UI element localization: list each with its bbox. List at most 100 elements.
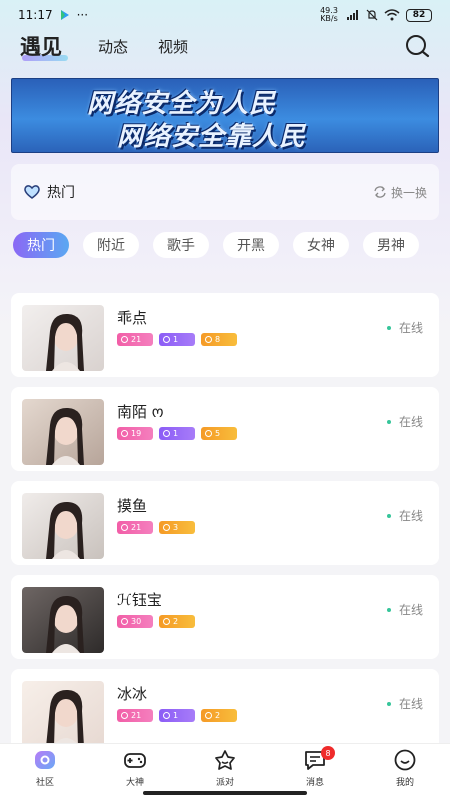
online-status: 在线 — [386, 319, 423, 336]
badge-icon — [121, 336, 128, 343]
banner-line-2: 网络安全靠人民 — [117, 122, 307, 152]
chip-hot[interactable]: 热门 — [13, 232, 69, 258]
chip-singer[interactable]: 歌手 — [153, 232, 209, 258]
heart-icon — [24, 185, 40, 199]
badge-icon — [163, 524, 170, 531]
user-avatar[interactable] — [22, 493, 104, 559]
badge-value: 2 — [215, 711, 221, 720]
badge-value: 1 — [173, 711, 179, 720]
badge-icon — [163, 336, 170, 343]
avatar-photo — [22, 399, 104, 465]
level-badge-orange: 3 — [159, 521, 195, 534]
message-count-badge: 8 — [321, 746, 335, 760]
badge-value: 8 — [215, 335, 221, 344]
badge-icon — [205, 430, 212, 437]
user-badges: 30 2 — [117, 615, 195, 628]
user-card[interactable]: 摸鱼 21 3 在线 — [11, 481, 439, 565]
hot-section: 热门 换一换 — [11, 164, 439, 220]
level-badge-purple: 1 — [159, 709, 195, 722]
avatar-photo — [22, 681, 104, 747]
online-status: 在线 — [386, 413, 423, 430]
community-icon — [35, 751, 55, 769]
badge-icon — [163, 430, 170, 437]
level-badge-pink: 21 — [117, 333, 153, 346]
user-name: ℋ钰宝 — [117, 591, 162, 609]
badge-value: 2 — [173, 617, 179, 626]
user-card[interactable]: 乖点 21 1 8 在线 — [11, 293, 439, 377]
online-dot-icon — [386, 513, 391, 518]
hot-title: 热门 — [47, 185, 75, 201]
category-chips: 热门 附近 歌手 开黑 女神 男神 — [13, 232, 450, 260]
badge-icon — [121, 618, 128, 625]
online-label: 在线 — [398, 321, 423, 335]
promo-banner[interactable]: 网络安全为人民 网络安全靠人民 — [11, 78, 439, 153]
nav-label-messages: 消息 — [305, 778, 324, 788]
online-dot-icon — [386, 607, 391, 612]
level-badge-pink: 21 — [117, 709, 153, 722]
online-status: 在线 — [386, 601, 423, 618]
user-avatar[interactable] — [22, 399, 104, 465]
user-card[interactable]: ℋ钰宝 30 2 在线 — [11, 575, 439, 659]
home-indicator[interactable] — [143, 791, 307, 795]
online-dot-icon — [386, 419, 391, 424]
level-badge-purple: 1 — [159, 333, 195, 346]
badge-icon — [205, 336, 212, 343]
nav-label-profile: 我的 — [395, 778, 414, 788]
badge-icon — [205, 712, 212, 719]
user-name: 乖点 — [117, 309, 148, 327]
status-time: 11:17 — [18, 8, 53, 22]
chip-goddess[interactable]: 女神 — [293, 232, 349, 258]
user-badges: 21 3 — [117, 521, 195, 534]
user-name: 南陌 ო — [117, 403, 164, 421]
level-badge-orange: 2 — [159, 615, 195, 628]
badge-value: 3 — [173, 523, 179, 532]
user-avatar[interactable] — [22, 587, 104, 653]
level-badge-pink: 21 — [117, 521, 153, 534]
play-store-icon — [60, 10, 69, 20]
party-icon — [215, 750, 235, 770]
tab-meet[interactable]: 遇见 — [20, 31, 68, 61]
user-list: 乖点 21 1 8 在线 南陌 ო 19 1 5 在线 摸鱼 21 3 在线 ℋ钰宝 30 2 在线 冰冰 21 1 2 在… — [11, 293, 439, 763]
avatar-photo — [22, 305, 104, 371]
search-icon[interactable] — [404, 33, 430, 59]
user-card[interactable]: 冰冰 21 1 2 在线 — [11, 669, 439, 753]
refresh-button[interactable]: 换一换 — [373, 184, 427, 201]
level-badge-orange: 2 — [201, 709, 237, 722]
user-name: 冰冰 — [117, 685, 148, 703]
level-badge-pink: 19 — [117, 427, 153, 440]
refresh-label: 换一换 — [390, 185, 427, 200]
chip-nearby[interactable]: 附近 — [83, 232, 139, 258]
user-avatar[interactable] — [22, 305, 104, 371]
tab-videos[interactable]: 视频 — [158, 36, 188, 57]
chip-gaming[interactable]: 开黑 — [223, 232, 279, 258]
avatar-photo — [22, 493, 104, 559]
battery-indicator: 82 — [406, 8, 432, 22]
online-status: 在线 — [386, 507, 423, 524]
user-avatar[interactable] — [22, 681, 104, 747]
chip-male-god[interactable]: 男神 — [363, 232, 419, 258]
online-dot-icon — [386, 325, 391, 330]
nav-profile[interactable]: 我的 — [360, 744, 450, 800]
level-badge-orange: 8 — [201, 333, 237, 346]
refresh-icon — [374, 186, 386, 198]
user-badges: 19 1 5 — [117, 427, 237, 440]
badge-value: 21 — [131, 711, 142, 720]
user-card[interactable]: 南陌 ო 19 1 5 在线 — [11, 387, 439, 471]
status-bar: 11:17 ··· 49.3 KB/s 82 — [0, 0, 450, 30]
user-badges: 21 1 2 — [117, 709, 237, 722]
gamepad-icon — [124, 753, 146, 768]
online-label: 在线 — [398, 415, 423, 429]
user-name: 摸鱼 — [117, 497, 148, 515]
signal-icon — [347, 10, 358, 20]
level-badge-orange: 5 — [201, 427, 237, 440]
nav-community[interactable]: 社区 — [0, 744, 90, 800]
banner-line-1: 网络安全为人民 — [87, 89, 277, 119]
online-label: 在线 — [398, 603, 423, 617]
net-speed: 49.3 KB/s — [320, 6, 338, 23]
badge-icon — [163, 712, 170, 719]
badge-value: 1 — [173, 335, 179, 344]
profile-icon — [394, 749, 416, 771]
tab-moments[interactable]: 动态 — [98, 36, 128, 57]
avatar-photo — [22, 587, 104, 653]
wifi-icon — [384, 9, 400, 21]
